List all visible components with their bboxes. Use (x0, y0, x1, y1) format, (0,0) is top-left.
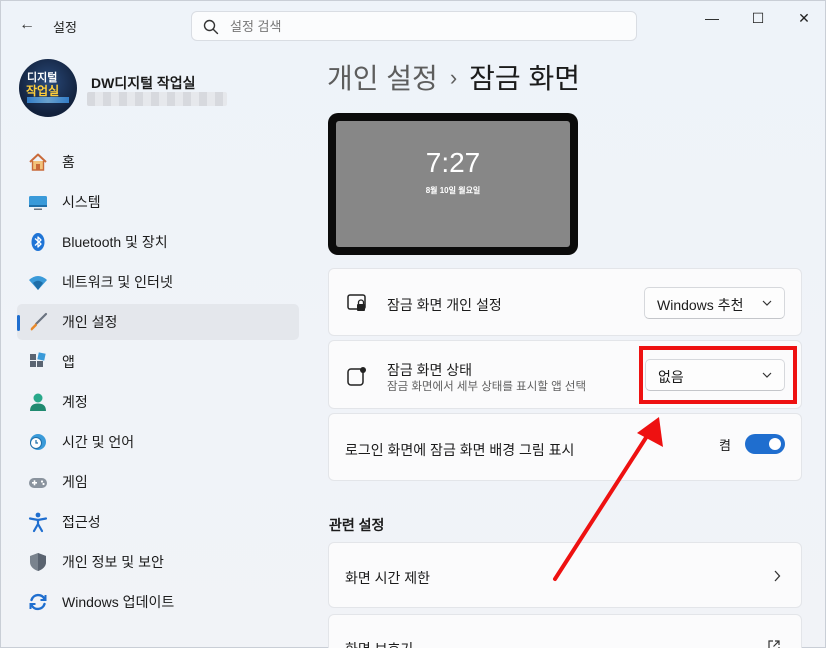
apps-icon (27, 351, 49, 373)
sidebar-item-label: 홈 (62, 154, 75, 170)
sidebar-item-label: 접근성 (62, 514, 101, 530)
status-title: 잠금 화면 상태 (387, 362, 473, 378)
settings-window: ← 설정 — ☐ ✕ 디지털 작업실 DW디지털 작업실 홈 (0, 0, 826, 648)
search-icon (203, 19, 219, 35)
profile-name: DW디지털 작업실 (91, 75, 196, 91)
sidebar-item-system[interactable]: 시스템 (17, 184, 299, 220)
lock-screen-preview: 7:27 8월 10일 월요일 (328, 113, 578, 255)
search-box[interactable] (191, 11, 637, 41)
related-item-label: 화면 보호기 (345, 639, 413, 648)
external-link-icon (768, 640, 780, 648)
related-item-label: 화면 시간 제한 (345, 570, 431, 586)
page-title: 잠금 화면 (469, 63, 580, 94)
sidebar-item-accounts[interactable]: 계정 (17, 384, 299, 420)
sidebar-item-label: 개인 설정 (62, 314, 118, 330)
chevron-down-icon (762, 300, 772, 306)
person-icon (27, 391, 49, 413)
selection-indicator (17, 315, 20, 331)
title-bar: ← 설정 — ☐ ✕ (1, 1, 826, 49)
display-icon (27, 191, 49, 213)
sidebar-item-label: 시간 및 언어 (62, 434, 135, 450)
personalize-title: 잠금 화면 개인 설정 (387, 297, 502, 313)
sidebar-item-label: 시스템 (62, 194, 101, 210)
breadcrumb-separator: › (449, 65, 458, 90)
sidebar-item-personalization[interactable]: 개인 설정 (17, 304, 299, 340)
search-input[interactable] (230, 16, 620, 36)
update-icon (27, 591, 49, 613)
sidebar-item-accessibility[interactable]: 접근성 (17, 504, 299, 540)
app-title: 설정 (53, 20, 77, 35)
maximize-button[interactable]: ☐ (735, 7, 781, 29)
lock-screen-icon (347, 294, 366, 311)
user-profile[interactable]: 디지털 작업실 DW디지털 작업실 (19, 59, 299, 121)
back-button[interactable]: ← (13, 13, 41, 37)
signin-background-toggle[interactable] (745, 434, 785, 454)
sidebar-item-label: 개인 정보 및 보안 (62, 554, 164, 570)
toggle-state-label: 켬 (719, 438, 731, 453)
sidebar-item-network[interactable]: 네트워크 및 인터넷 (17, 264, 299, 300)
close-button[interactable]: ✕ (781, 7, 826, 29)
sidebar-item-label: Bluetooth 및 장치 (62, 234, 168, 250)
breadcrumb-parent[interactable]: 개인 설정 (327, 63, 438, 94)
lock-screen-personalize-card: 잠금 화면 개인 설정 Windows 추천 (328, 268, 802, 336)
related-settings-heading: 관련 설정 (329, 517, 385, 533)
preview-screen: 7:27 8월 10일 월요일 (336, 121, 570, 247)
profile-email-redacted (87, 92, 227, 106)
home-icon (27, 151, 49, 173)
sidebar-item-windows-update[interactable]: Windows 업데이트 (17, 584, 299, 620)
sidebar-item-bluetooth[interactable]: Bluetooth 및 장치 (17, 224, 299, 260)
avatar[interactable]: 디지털 작업실 (19, 59, 77, 117)
annotation-arrow-icon (553, 417, 663, 581)
sidebar-nav: 홈 시스템 Bluetooth 및 장치 네트워크 및 인터넷 개인 설정 앱 … (17, 144, 299, 624)
sidebar-item-label: Windows 업데이트 (62, 594, 175, 610)
sidebar-item-label: 네트워크 및 인터넷 (62, 274, 173, 290)
related-item-screen-saver[interactable]: 화면 보호기 (328, 614, 802, 648)
clock-globe-icon (27, 431, 49, 453)
toggle-knob (769, 438, 781, 450)
sidebar-item-label: 앱 (62, 354, 75, 370)
minimize-button[interactable]: — (689, 7, 735, 29)
brush-icon (27, 311, 49, 333)
personalize-dropdown[interactable]: Windows 추천 (644, 287, 785, 319)
breadcrumb: 개인 설정 › 잠금 화면 (327, 57, 580, 97)
preview-date: 8월 10일 월요일 (425, 186, 481, 195)
preview-time: 7:27 (425, 147, 481, 178)
personalize-value: Windows 추천 (657, 297, 744, 313)
annotation-highlight-box (639, 346, 797, 404)
avatar-decoration (27, 97, 69, 103)
sidebar-item-apps[interactable]: 앱 (17, 344, 299, 380)
signin-background-title: 로그인 화면에 잠금 화면 배경 그림 표시 (345, 442, 575, 458)
status-icon (347, 367, 366, 386)
sidebar-item-gaming[interactable]: 게임 (17, 464, 299, 500)
sidebar-item-label: 게임 (62, 474, 88, 490)
bluetooth-icon (27, 231, 49, 253)
wifi-icon (27, 271, 49, 293)
shield-icon (27, 551, 49, 573)
accessibility-icon (27, 511, 49, 533)
sidebar-item-label: 계정 (62, 394, 88, 410)
sidebar-item-privacy[interactable]: 개인 정보 및 보안 (17, 544, 299, 580)
sidebar-item-time-language[interactable]: 시간 및 언어 (17, 424, 299, 460)
chevron-right-icon (774, 570, 781, 582)
gamepad-icon (27, 471, 49, 493)
sidebar-item-home[interactable]: 홈 (17, 144, 299, 180)
status-subtitle: 잠금 화면에서 세부 상태를 표시할 앱 선택 (387, 381, 587, 393)
